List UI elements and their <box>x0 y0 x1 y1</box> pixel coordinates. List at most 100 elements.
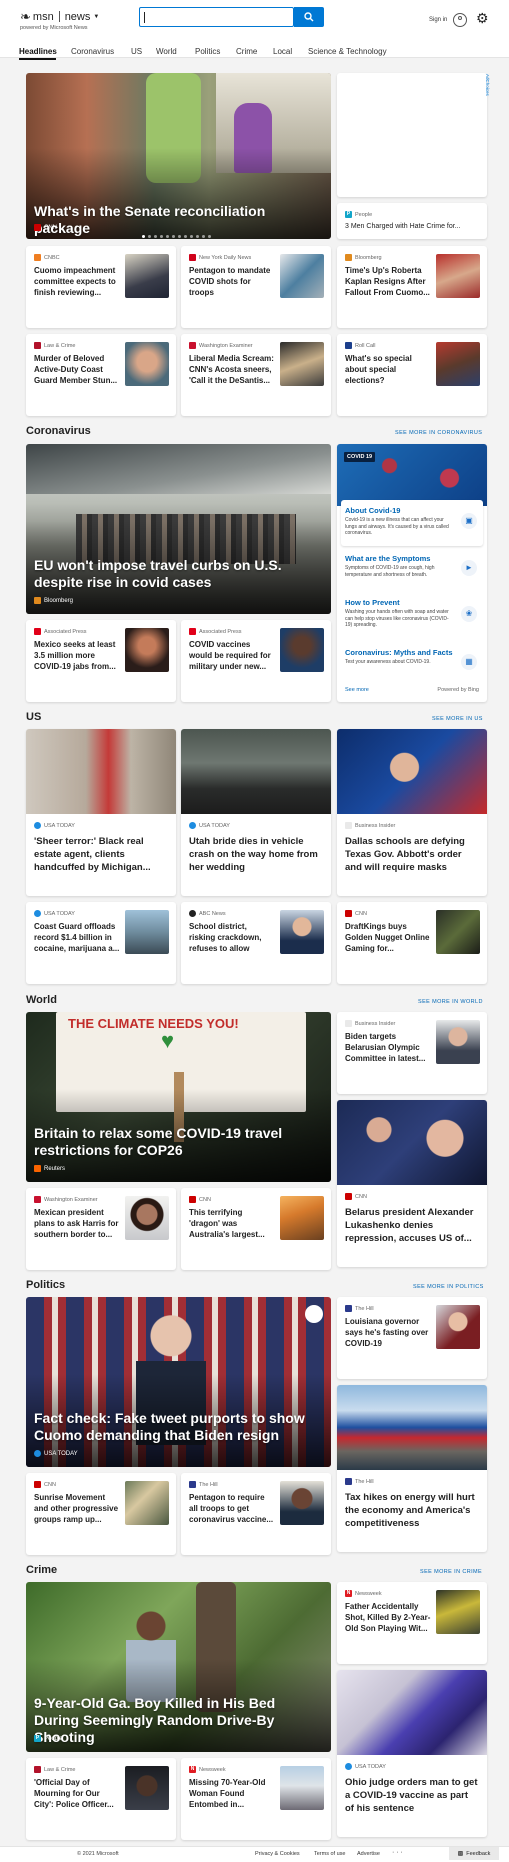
ad-slot[interactable] <box>337 73 487 197</box>
search-input[interactable] <box>147 10 247 25</box>
card-title[interactable]: DraftKings buys Golden Nugget Online Gam… <box>345 921 431 954</box>
side-title[interactable]: 3 Men Charged with Hate Crime for... <box>345 223 461 230</box>
covid-item[interactable]: What are the Symptoms Symptoms of COVID-… <box>341 550 483 590</box>
card-title[interactable]: Coast Guard offloads record $1.4 billion… <box>34 921 120 954</box>
card-title[interactable]: COVID vaccines would be required for mil… <box>189 639 275 672</box>
card-title[interactable]: Time's Up's Roberta Kaplan Resigns After… <box>345 265 431 298</box>
us-small-card[interactable]: ABC News School district, risking crackd… <box>181 902 331 984</box>
tab-world[interactable]: World <box>156 47 177 56</box>
feedback-button[interactable]: ▩ Feedback <box>449 1847 499 1860</box>
tab-coronavirus[interactable]: Coronavirus <box>71 47 114 56</box>
carousel-dot[interactable] <box>160 235 163 238</box>
footer-more-icon[interactable]: · · · <box>392 1849 403 1856</box>
card-title[interactable]: Louisiana governor says he's fasting ove… <box>345 1316 431 1349</box>
footer-link-terms[interactable]: Terms of use <box>314 1851 345 1857</box>
card-title[interactable]: Missing 70-Year-Old Woman Found Entombed… <box>189 1777 275 1810</box>
covid-see-more[interactable]: See more <box>345 687 369 693</box>
headline-card[interactable]: Washington Examiner Liberal Media Scream… <box>181 334 331 416</box>
see-more-coronavirus[interactable]: SEE MORE IN CORONAVIRUS <box>395 430 482 436</box>
us-small-card[interactable]: CNN DraftKings buys Golden Nugget Online… <box>337 902 487 984</box>
see-more-crime[interactable]: SEE MORE IN CRIME <box>420 1569 482 1575</box>
world-card[interactable]: Washington Examiner Mexican president pl… <box>26 1188 176 1270</box>
politics-card[interactable]: CNN Sunrise Movement and other progressi… <box>26 1473 176 1555</box>
world-side-card[interactable]: Business Insider Biden targets Belarusia… <box>337 1012 487 1094</box>
carousel-dot[interactable] <box>148 235 151 238</box>
headline-card[interactable]: Bloomberg Time's Up's Roberta Kaplan Res… <box>337 246 487 328</box>
see-more-world[interactable]: SEE MORE IN WORLD <box>418 999 483 1005</box>
headline-card[interactable]: CNBC Cuomo impeachment committee expects… <box>26 246 176 328</box>
covid-item-title[interactable]: About Covid-19 <box>345 506 400 515</box>
crime-side-card[interactable]: N Newsweek Father Accidentally Shot, Kill… <box>337 1582 487 1664</box>
crime-hero[interactable]: 9-Year-Old Ga. Boy Killed in His Bed Dur… <box>26 1582 331 1752</box>
search-box[interactable] <box>139 7 294 27</box>
politics-side-card[interactable]: The Hill Louisiana governor says he's fa… <box>337 1297 487 1379</box>
card-title[interactable]: Mexican president plans to ask Harris fo… <box>34 1207 120 1240</box>
crime-card[interactable]: N Newsweek Missing 70-Year-Old Woman Foun… <box>181 1758 331 1840</box>
carousel-dot[interactable] <box>154 235 157 238</box>
carousel-dot[interactable] <box>184 235 187 238</box>
tab-us[interactable]: US <box>131 47 142 56</box>
card-title[interactable]: Mexico seeks at least 3.5 million more C… <box>34 639 120 672</box>
see-more-us[interactable]: SEE MORE IN US <box>432 716 483 722</box>
politics-hero[interactable]: Fact check: Fake tweet purports to show … <box>26 1297 331 1467</box>
crime-card[interactable]: Law & Crime 'Official Day of Mourning fo… <box>26 1758 176 1840</box>
tab-headlines[interactable]: Headlines <box>19 47 57 56</box>
carousel-dots[interactable] <box>142 235 211 238</box>
headline-card[interactable]: New York Daily News Pentagon to mandate … <box>181 246 331 328</box>
politics-side-big-card[interactable]: The Hill Tax hikes on energy will hurt t… <box>337 1385 487 1552</box>
world-card[interactable]: CNN This terrifying 'dragon' was Austral… <box>181 1188 331 1270</box>
tab-crime[interactable]: Crime <box>236 47 257 56</box>
carousel-dot[interactable] <box>208 235 211 238</box>
covid-item-title[interactable]: What are the Symptoms <box>345 554 430 563</box>
see-more-politics[interactable]: SEE MORE IN POLITICS <box>413 1284 484 1290</box>
headline-card[interactable]: Roll Call What's so special about specia… <box>337 334 487 416</box>
card-title[interactable]: Cuomo impeachment committee expects to f… <box>34 265 120 298</box>
headline-card[interactable]: Law & Crime Murder of Beloved Active-Dut… <box>26 334 176 416</box>
coronavirus-card[interactable]: Associated Press COVID vaccines would be… <box>181 620 331 702</box>
world-side-big-card[interactable]: CNN Belarus president Alexander Lukashen… <box>337 1100 487 1267</box>
headline-hero[interactable]: What's in the Senate reconciliation pack… <box>26 73 331 239</box>
gear-icon[interactable]: ⚙ <box>476 11 489 25</box>
world-hero[interactable]: THE CLIMATE NEEDS YOU! ♥ Britain to rela… <box>26 1012 331 1182</box>
card-title[interactable]: Biden targets Belarusian Olympic Committ… <box>345 1031 431 1064</box>
card-title[interactable]: School district, risking crackdown, refu… <box>189 921 275 954</box>
carousel-dot[interactable] <box>178 235 181 238</box>
politics-card[interactable]: The Hill Pentagon to require all troops … <box>181 1473 331 1555</box>
carousel-dot[interactable] <box>196 235 199 238</box>
carousel-dot[interactable] <box>190 235 193 238</box>
search-button[interactable] <box>294 7 324 27</box>
us-card[interactable]: Business Insider Dallas schools are defy… <box>337 729 487 896</box>
footer-link-advertise[interactable]: Advertise <box>357 1851 380 1857</box>
hero-title[interactable]: 9-Year-Old Ga. Boy Killed in His Bed Dur… <box>34 1695 321 1746</box>
us-card[interactable]: USA TODAY Utah bride dies in vehicle cra… <box>181 729 331 896</box>
carousel-dot[interactable] <box>202 235 205 238</box>
card-title[interactable]: Sunrise Movement and other progressive g… <box>34 1492 120 1525</box>
footer-link-privacy[interactable]: Privacy & Cookies <box>255 1851 300 1857</box>
ad-choices-label[interactable]: AdChoices <box>485 74 490 96</box>
card-title[interactable]: Liberal Media Scream: CNN's Acosta sneer… <box>189 353 275 386</box>
covid-item[interactable]: How to Prevent Washing your hands often … <box>341 594 483 642</box>
coronavirus-hero[interactable]: EU won't impose travel curbs on U.S. des… <box>26 444 331 614</box>
card-title[interactable]: This terrifying 'dragon' was Australia's… <box>189 1207 275 1240</box>
covid-item[interactable]: Coronavirus: Myths and Facts Test your a… <box>341 644 483 680</box>
hero-title[interactable]: Britain to relax some COVID-19 travel re… <box>34 1125 321 1159</box>
coronavirus-card[interactable]: Associated Press Mexico seeks at least 3… <box>26 620 176 702</box>
card-title[interactable]: Murder of Beloved Active-Duty Coast Guar… <box>34 353 120 386</box>
covid-item-title[interactable]: How to Prevent <box>345 598 400 607</box>
covid-item-title[interactable]: Coronavirus: Myths and Facts <box>345 648 453 657</box>
us-small-card[interactable]: USA TODAY Coast Guard offloads record $1… <box>26 902 176 984</box>
card-title[interactable]: Ohio judge orders man to get a COVID-19 … <box>345 1776 479 1815</box>
card-title[interactable]: Utah bride dies in vehicle crash on the … <box>189 835 323 874</box>
carousel-dot[interactable] <box>172 235 175 238</box>
tab-politics[interactable]: Politics <box>195 47 220 56</box>
card-title[interactable]: 'Sheer terror:' Black real estate agent,… <box>34 835 168 874</box>
card-title[interactable]: Father Accidentally Shot, Killed By 2-Ye… <box>345 1601 431 1634</box>
card-title[interactable]: Belarus president Alexander Lukashenko d… <box>345 1206 479 1245</box>
hero-title[interactable]: Fact check: Fake tweet purports to show … <box>34 1410 321 1444</box>
msn-logo[interactable]: ❧ msn news ▼ <box>20 10 99 23</box>
covid-item[interactable]: About Covid-19 Covid-19 is a new illness… <box>341 500 483 546</box>
card-title[interactable]: 'Official Day of Mourning for Our City':… <box>34 1777 120 1810</box>
hero-title[interactable]: What's in the Senate reconciliation pack… <box>34 203 321 237</box>
card-title[interactable]: Pentagon to require all troops to get co… <box>189 1492 275 1525</box>
crime-side-big-card[interactable]: USA TODAY Ohio judge orders man to get a… <box>337 1670 487 1837</box>
